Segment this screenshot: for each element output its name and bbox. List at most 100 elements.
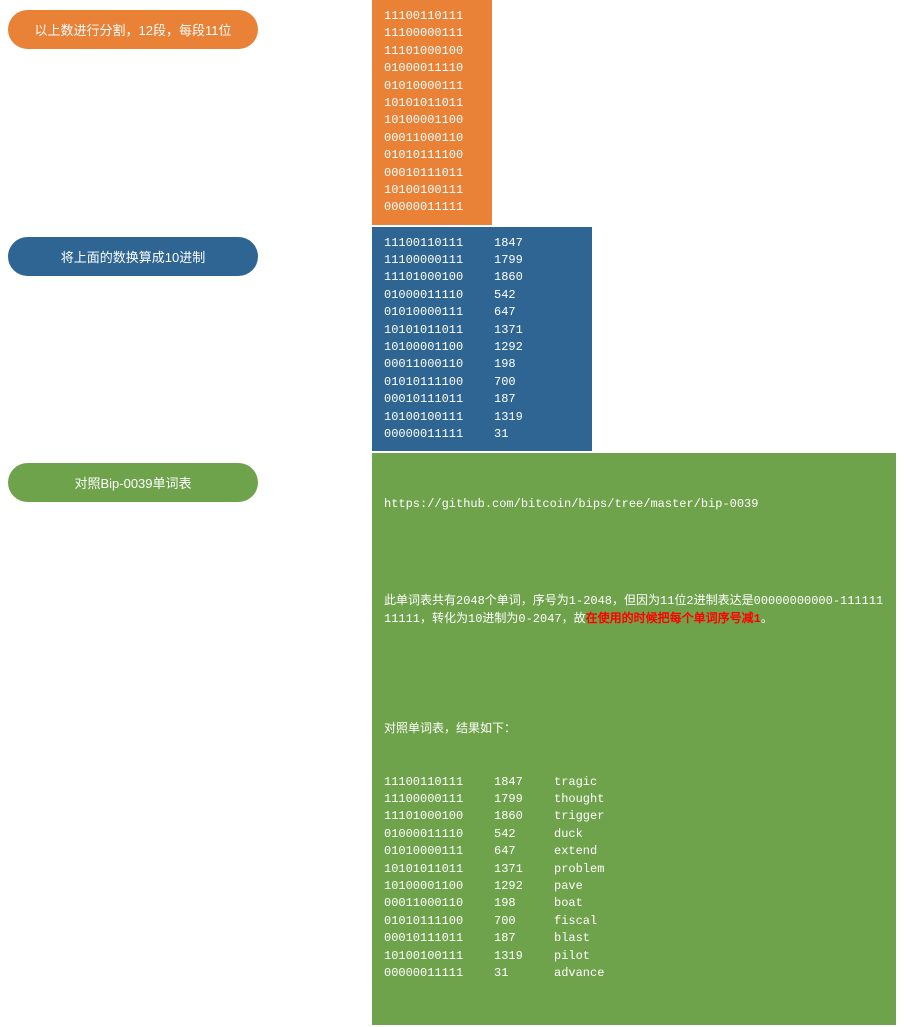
dec-cell: 1847 [494, 235, 544, 252]
bin-cell: 01010000111 [384, 304, 494, 321]
word-row: 111001101111847tragic [384, 774, 884, 791]
dec-cell: 1292 [494, 878, 554, 895]
note-text-b: 。 [761, 612, 773, 626]
bin-cell: 10100100111 [384, 948, 494, 965]
word-row: 00011000110198boat [384, 895, 884, 912]
step-1-label: 以上数进行分割，12段，每段11位 [35, 23, 232, 38]
conv-row: 101010110111371 [384, 322, 580, 339]
bin-cell: 01000011110 [384, 287, 494, 304]
word-row: 0000001111131advance [384, 965, 884, 982]
dec-cell: 1799 [494, 252, 544, 269]
binary-line: 00000011111 [384, 199, 480, 216]
spacer [384, 663, 884, 687]
bin-cell: 00010111011 [384, 391, 494, 408]
bin-cell: 10101011011 [384, 322, 494, 339]
conv-row: 111010001001860 [384, 269, 580, 286]
word-cell: trigger [554, 808, 884, 825]
dec-cell: 1847 [494, 774, 554, 791]
bin-cell: 01000011110 [384, 826, 494, 843]
bip39-url: https://github.com/bitcoin/bips/tree/mas… [384, 496, 884, 513]
step-3-note: 此单词表共有2048个单词，序号为1-2048，但因为11位2进制表达是0000… [384, 593, 884, 628]
binary-line: 10101011011 [384, 95, 480, 112]
bin-cell: 01010111100 [384, 374, 494, 391]
word-row: 00010111011187blast [384, 930, 884, 947]
word-cell: fiscal [554, 913, 884, 930]
dec-cell: 647 [494, 304, 544, 321]
word-cell: tragic [554, 774, 884, 791]
dec-cell: 1319 [494, 948, 554, 965]
dec-cell: 1292 [494, 339, 544, 356]
conv-row: 01000011110542 [384, 287, 580, 304]
dec-cell: 1799 [494, 791, 554, 808]
step-3-label: 对照Bip-0039单词表 [74, 476, 191, 491]
word-cell: blast [554, 930, 884, 947]
bin-cell: 10100001100 [384, 339, 494, 356]
word-row: 101001001111319pilot [384, 948, 884, 965]
binary-line: 11100110111 [384, 8, 480, 25]
binary-line: 11101000100 [384, 43, 480, 60]
word-row: 01010000111647extend [384, 843, 884, 860]
step-2-pill: 将上面的数换算成10进制 [8, 237, 258, 276]
dec-cell: 700 [494, 374, 544, 391]
step-2-row: 将上面的数换算成10进制 111001101111847111000001111… [0, 227, 904, 452]
dec-cell: 542 [494, 287, 544, 304]
bin-cell: 11100000111 [384, 791, 494, 808]
bin-cell: 00011000110 [384, 895, 494, 912]
word-row: 101010110111371problem [384, 861, 884, 878]
binary-line: 01010000111 [384, 78, 480, 95]
word-row: 111000001111799thought [384, 791, 884, 808]
dec-cell: 198 [494, 895, 554, 912]
dec-cell: 1860 [494, 269, 544, 286]
step-1-panel: 1110011011111100000111111010001000100001… [372, 0, 492, 225]
dec-cell: 1860 [494, 808, 554, 825]
word-row: 01010111100700fiscal [384, 913, 884, 930]
conv-row: 101000011001292 [384, 339, 580, 356]
step-3-row: 对照Bip-0039单词表 https://github.com/bitcoin… [0, 453, 904, 1025]
conv-row: 01010111100700 [384, 374, 580, 391]
dec-cell: 31 [494, 426, 544, 443]
bin-cell: 10100001100 [384, 878, 494, 895]
binary-line: 01000011110 [384, 60, 480, 77]
dec-cell: 1319 [494, 409, 544, 426]
bin-cell: 00000011111 [384, 965, 494, 982]
result-table: 111001101111847tragic111000001111799thou… [384, 774, 884, 983]
binary-line: 00010111011 [384, 165, 480, 182]
bin-cell: 00010111011 [384, 930, 494, 947]
conv-row: 111001101111847 [384, 235, 580, 252]
word-cell: extend [554, 843, 884, 860]
word-row: 111010001001860trigger [384, 808, 884, 825]
step-2-panel: 1110011011118471110000011117991110100010… [372, 227, 592, 452]
conv-row: 00011000110198 [384, 356, 580, 373]
bin-cell: 11100000111 [384, 252, 494, 269]
step-2-label: 将上面的数换算成10进制 [61, 250, 205, 265]
bin-cell: 10101011011 [384, 861, 494, 878]
word-cell: boat [554, 895, 884, 912]
dec-cell: 700 [494, 913, 554, 930]
step-3-pill: 对照Bip-0039单词表 [8, 463, 258, 502]
bin-cell: 01010111100 [384, 913, 494, 930]
word-cell: advance [554, 965, 884, 982]
word-cell: duck [554, 826, 884, 843]
binary-line: 10100100111 [384, 182, 480, 199]
conv-row: 111000001111799 [384, 252, 580, 269]
binary-line: 10100001100 [384, 112, 480, 129]
note-warning: 在使用的时候把每个单词序号减1 [586, 612, 761, 626]
conv-row: 0000001111131 [384, 426, 580, 443]
conv-row: 00010111011187 [384, 391, 580, 408]
bin-cell: 00011000110 [384, 356, 494, 373]
dec-cell: 187 [494, 930, 554, 947]
dec-cell: 542 [494, 826, 554, 843]
word-row: 01000011110542duck [384, 826, 884, 843]
binary-line: 01010111100 [384, 147, 480, 164]
bin-cell: 00000011111 [384, 426, 494, 443]
bin-cell: 11100110111 [384, 235, 494, 252]
conv-row: 01010000111647 [384, 304, 580, 321]
dec-cell: 31 [494, 965, 554, 982]
word-cell: pave [554, 878, 884, 895]
word-cell: problem [554, 861, 884, 878]
word-cell: pilot [554, 948, 884, 965]
dec-cell: 647 [494, 843, 554, 860]
bin-cell: 11100110111 [384, 774, 494, 791]
binary-line: 00011000110 [384, 130, 480, 147]
word-cell: thought [554, 791, 884, 808]
